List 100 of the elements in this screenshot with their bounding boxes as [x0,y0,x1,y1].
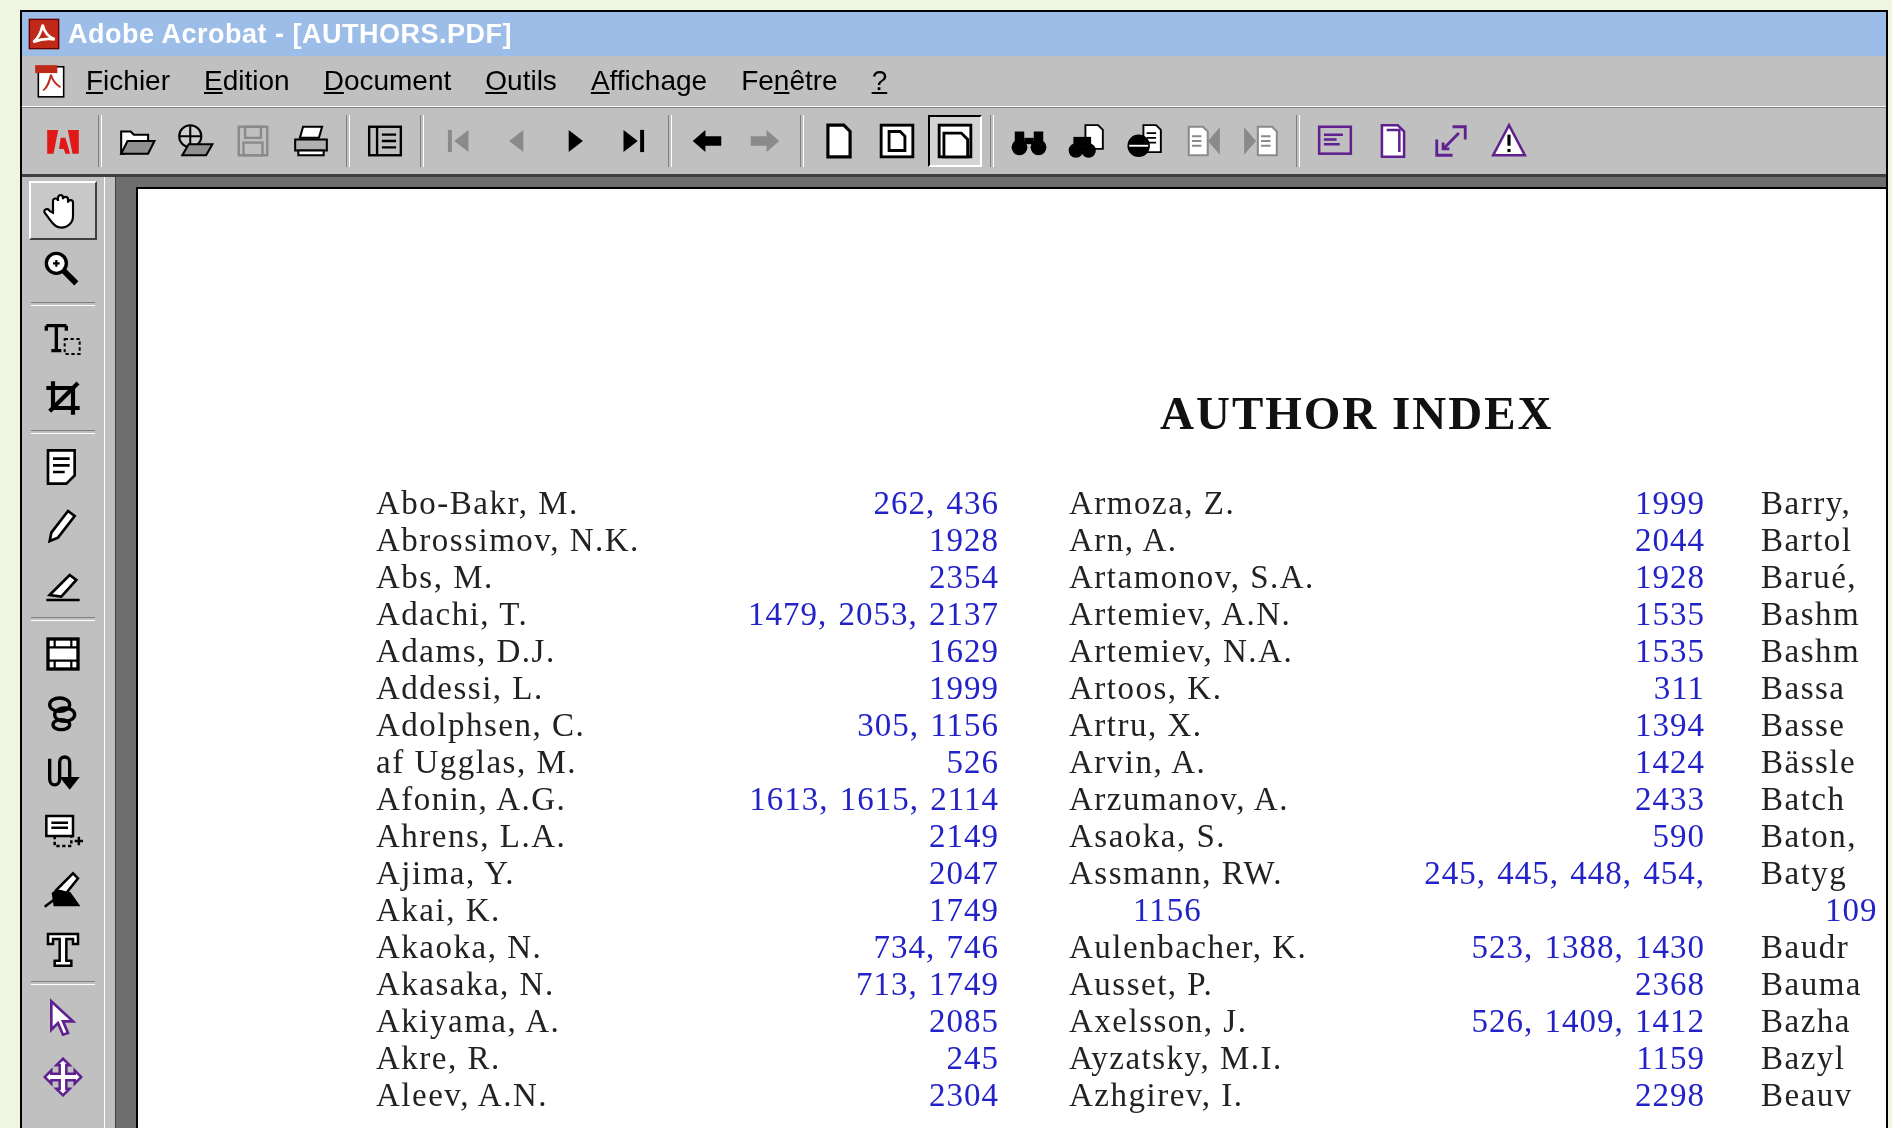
author-name: Afonin, A.G. [376,781,567,818]
author-name: Artoos, K. [1069,670,1223,707]
author-name: Artru, X. [1069,707,1203,744]
menu-item[interactable]: Document [323,65,452,97]
author-name: Baudr [1761,929,1850,966]
author-name: Batch [1761,781,1846,818]
page-numbers: 2298 [1635,1077,1705,1114]
menu-item[interactable]: Affichage [590,65,708,97]
wide-page-button[interactable] [928,115,982,167]
acrobat-app-icon [28,18,60,50]
wide-page-icon [936,122,974,160]
author-name: af Ugglas, M. [376,744,577,781]
author-name: Akiyama, A. [376,1003,561,1040]
page-numbers: 2433 [1635,781,1705,818]
author-name: Axelsson, J. [1069,1003,1248,1040]
menu-item[interactable]: Fenêtre [741,65,838,97]
author-name: Azhgirev, I. [1069,1077,1244,1114]
framed-page-icon [878,122,916,160]
menu-item[interactable]: ? [871,65,888,97]
page-numbers: 305, 1156 [857,707,999,744]
window-title: Adobe Acrobat - [AUTHORS.PDF] [68,18,512,50]
author-name: Asaoka, S. [1069,818,1227,855]
author-name: Ausset, P. [1069,966,1214,1003]
page-numbers: 1394 [1635,707,1705,744]
page-numbers: 523, 1388, 1430 [1471,929,1705,966]
author-name: Bauma [1761,966,1862,1003]
author-name: Baton, [1761,818,1858,855]
author-name: Assmann, RW. [1069,855,1283,892]
page-numbers: 245, 445, 448, 454, [1424,855,1705,892]
author-name: Abs, M. [376,559,494,596]
signature-icon [43,869,83,910]
page-numbers: 1999 [1635,485,1705,522]
author-name: Abo-Bakr, M. [376,485,579,522]
binoculars-document-icon [1068,122,1106,160]
page-numbers: 2368 [1635,966,1705,1003]
page-numbers: 1629 [929,633,999,670]
page-numbers: 2044 [1635,522,1705,559]
author-name: Aulenbacher, K. [1069,929,1308,966]
page-numbers: 1999 [929,670,999,707]
page-numbers: 526, 1409, 1412 [1471,1003,1705,1040]
page-numbers: 1928 [1635,559,1705,596]
author-name: Bassa [1761,670,1846,707]
panel-splitter[interactable] [104,177,116,1128]
author-name: Arvin, A. [1069,744,1207,781]
page-numbers: 734, 746 [873,929,999,966]
author-name: Adolphsen, C. [376,707,586,744]
page-numbers: 2047 [929,855,999,892]
author-name: Batyg [1761,855,1848,892]
author-name: Bazyl [1761,1040,1846,1077]
author-name: Ajima, Y. [376,855,516,892]
author-name: Bashm [1761,633,1861,670]
hand-button[interactable] [29,181,97,240]
author-name: Bashm [1761,596,1861,633]
author-name: Adams, D.J. [376,633,556,670]
page-numbers: 245 [946,1040,999,1077]
author-name: Ayzatsky, M.I. [1069,1040,1283,1077]
author-name: Arn, A. [1069,522,1178,559]
author-name: Armoza, Z. [1069,485,1236,522]
author-name: Bässle [1761,744,1857,781]
page-numbers: 526 [946,744,999,781]
page-numbers: 1535 [1635,596,1705,633]
author-name: Akasaka, N. [376,966,555,1003]
page-heading: AUTHOR INDEX [1159,386,1555,441]
page-numbers: 2085 [929,1003,999,1040]
page-numbers: 2149 [929,818,999,855]
page-numbers: 1156 [1133,892,1202,929]
page-numbers: 713, 1749 [856,966,999,1003]
author-name: Addessi, L. [376,670,544,707]
author-name: Bartol [1761,522,1853,559]
author-name: Akaoka, N. [376,929,543,966]
author-name: Bazha [1761,1003,1851,1040]
page-numbers: 1424 [1635,744,1705,781]
page-numbers: 2354 [929,559,999,596]
author-name: Artemiev, N.A. [1069,633,1294,670]
author-name: Barry, [1761,485,1852,522]
author-name: Beauv [1761,1077,1853,1114]
author-name: Ahrens, L.A. [376,818,567,855]
menu-item[interactable]: Edition [204,65,290,97]
author-name: Artemiev, A.N. [1069,596,1292,633]
author-name: Barué, [1761,559,1858,596]
menu-item[interactable]: Outils [485,65,557,97]
author-name: Adachi, T. [376,596,529,633]
page-numbers: 262, 436 [873,485,999,522]
author-name: Arzumanov, A. [1069,781,1289,818]
page-numbers: 311 [1653,670,1705,707]
warning-icon [1490,122,1528,160]
author-name: Aleev, A.N. [376,1077,548,1114]
page-numbers: 1159 [1636,1040,1705,1077]
menu-item[interactable]: Fichier [86,65,171,97]
page-numbers: 1613, 1615, 2114 [749,781,999,818]
author-name: Basse [1761,707,1846,744]
page-numbers: 590 [1652,818,1705,855]
author-name: Akre, R. [376,1040,501,1077]
globe-document-icon [1126,122,1164,160]
author-name: Abrossimov, N.K. [376,522,640,559]
author-name: Akai, K. [376,892,501,929]
page-numbers: 2304 [929,1077,999,1114]
page-numbers: 1749 [929,892,999,929]
page-numbers: 1479, 2053, 2137 [748,596,999,633]
page-numbers: 109 [1825,892,1878,929]
